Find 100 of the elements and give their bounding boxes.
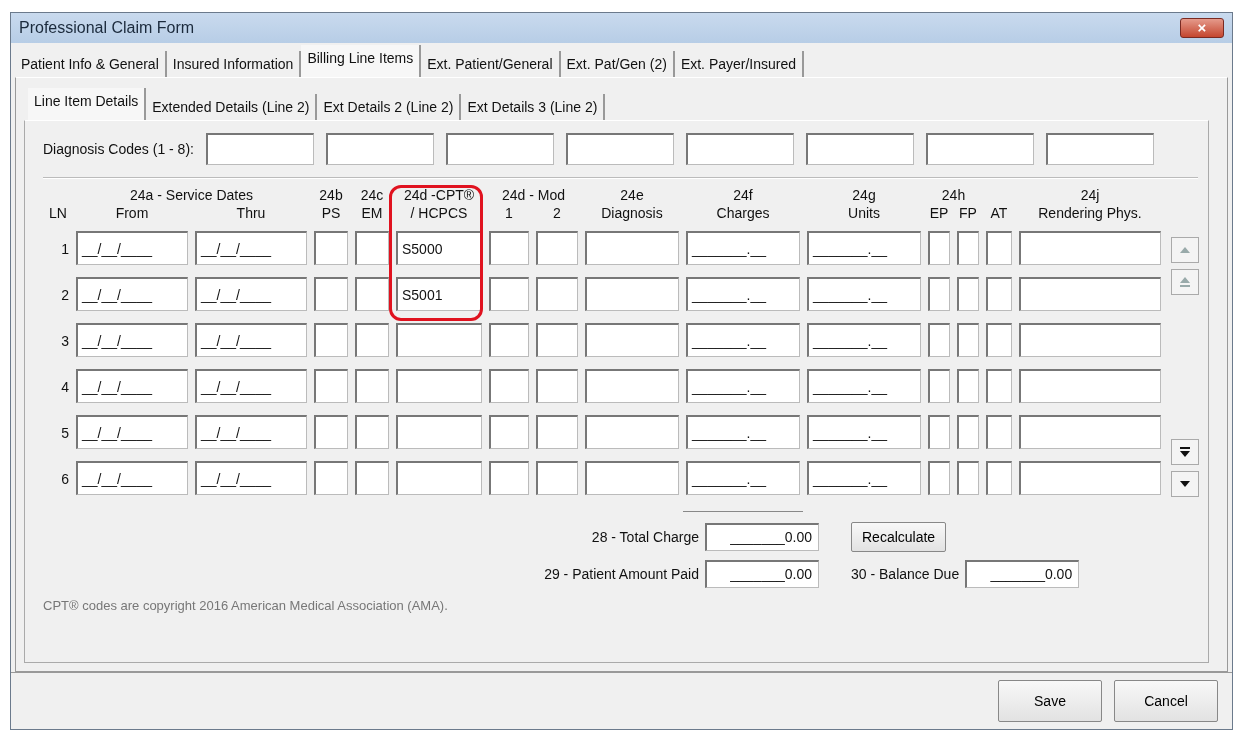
rendering-field[interactable] [1019,231,1161,265]
rendering-field[interactable] [1019,415,1161,449]
cpt-field[interactable] [396,323,482,357]
cpt-field[interactable]: S5000 [396,231,482,265]
modifier-field[interactable] [489,461,529,495]
ep-field[interactable] [928,323,950,357]
emg-field[interactable] [355,415,389,449]
modifier-field[interactable] [489,415,529,449]
patient-amount-paid-field[interactable]: _______0.00 [705,560,819,588]
charges-field[interactable]: _______.__ [686,369,800,403]
units-field[interactable]: _______.__ [807,323,921,357]
fp-field[interactable] [957,277,979,311]
diagnosis-code-field[interactable] [925,133,1034,165]
at-field[interactable] [986,461,1012,495]
emg-field[interactable] [355,369,389,403]
ep-field[interactable] [928,415,950,449]
emg-field[interactable] [355,231,389,265]
units-field[interactable]: _______.__ [807,415,921,449]
charges-field[interactable]: _______.__ [686,461,800,495]
rendering-field[interactable] [1019,277,1161,311]
emg-field[interactable] [355,323,389,357]
diagnosis-code-field[interactable] [445,133,554,165]
charges-field[interactable]: _______.__ [686,323,800,357]
diagnosis-code-field[interactable] [1045,133,1154,165]
ps-field[interactable] [314,461,348,495]
date-field[interactable]: __/__/____ [76,415,188,449]
date-field[interactable]: __/__/____ [76,369,188,403]
charges-field[interactable]: _______.__ [686,231,800,265]
tab[interactable]: Line Item Details [28,88,147,120]
ep-field[interactable] [928,369,950,403]
modifier-field[interactable] [536,231,578,265]
ps-field[interactable] [314,323,348,357]
modifier-field[interactable] [489,369,529,403]
fp-field[interactable] [957,415,979,449]
dialog-button[interactable]: Cancel [1114,680,1218,722]
tab[interactable]: Ext Details 2 (Line 2) [317,94,462,120]
ps-field[interactable] [314,369,348,403]
total-charge-field[interactable]: _______0.00 [705,523,819,551]
date-field[interactable]: __/__/____ [195,415,307,449]
at-field[interactable] [986,369,1012,403]
cpt-field[interactable] [396,415,482,449]
at-field[interactable] [986,231,1012,265]
recalculate-button[interactable]: Recalculate [851,522,947,552]
emg-field[interactable] [355,277,389,311]
units-field[interactable]: _______.__ [807,277,921,311]
date-field[interactable]: __/__/____ [195,231,307,265]
emg-field[interactable] [355,461,389,495]
tab[interactable]: Billing Line Items [301,45,422,77]
diagnosis-field[interactable] [585,323,679,357]
diagnosis-code-field[interactable] [325,133,434,165]
fp-field[interactable] [957,323,979,357]
date-field[interactable]: __/__/____ [195,323,307,357]
ep-field[interactable] [928,277,950,311]
modifier-field[interactable] [489,277,529,311]
ps-field[interactable] [314,415,348,449]
modifier-field[interactable] [536,461,578,495]
rendering-field[interactable] [1019,323,1161,357]
diagnosis-field[interactable] [585,277,679,311]
rendering-field[interactable] [1019,461,1161,495]
at-field[interactable] [986,323,1012,357]
charges-field[interactable]: _______.__ [686,415,800,449]
diagnosis-field[interactable] [585,369,679,403]
rendering-field[interactable] [1019,369,1161,403]
date-field[interactable]: __/__/____ [76,461,188,495]
fp-field[interactable] [957,461,979,495]
at-field[interactable] [986,415,1012,449]
diagnosis-code-field[interactable] [565,133,674,165]
modifier-field[interactable] [536,415,578,449]
cpt-field[interactable] [396,369,482,403]
fp-field[interactable] [957,231,979,265]
modifier-field[interactable] [489,323,529,357]
diagnosis-code-field[interactable] [685,133,794,165]
scroll-down-button[interactable] [1171,471,1199,497]
ps-field[interactable] [314,277,348,311]
diagnosis-field[interactable] [585,461,679,495]
tab[interactable]: Patient Info & General [15,51,167,77]
page-down-button[interactable] [1171,439,1199,465]
diagnosis-code-field[interactable] [205,133,314,165]
tab[interactable]: Ext. Payer/Insured [674,51,805,77]
date-field[interactable]: __/__/____ [76,277,188,311]
ep-field[interactable] [928,231,950,265]
tab[interactable]: Ext. Patient/General [421,51,561,77]
tab[interactable]: Extended Details (Line 2) [146,94,318,120]
ps-field[interactable] [314,231,348,265]
ep-field[interactable] [928,461,950,495]
diagnosis-field[interactable] [585,415,679,449]
date-field[interactable]: __/__/____ [195,277,307,311]
diagnosis-code-field[interactable] [805,133,914,165]
cpt-field[interactable] [396,461,482,495]
modifier-field[interactable] [536,369,578,403]
date-field[interactable]: __/__/____ [76,323,188,357]
charges-field[interactable]: _______.__ [686,277,800,311]
tab[interactable]: Ext Details 3 (Line 2) [461,94,606,120]
modifier-field[interactable] [489,231,529,265]
modifier-field[interactable] [536,277,578,311]
balance-due-field[interactable]: _______0.00 [965,560,1080,588]
modifier-field[interactable] [536,323,578,357]
cpt-field[interactable]: S5001 [396,277,482,311]
units-field[interactable]: _______.__ [807,231,921,265]
units-field[interactable]: _______.__ [807,461,921,495]
